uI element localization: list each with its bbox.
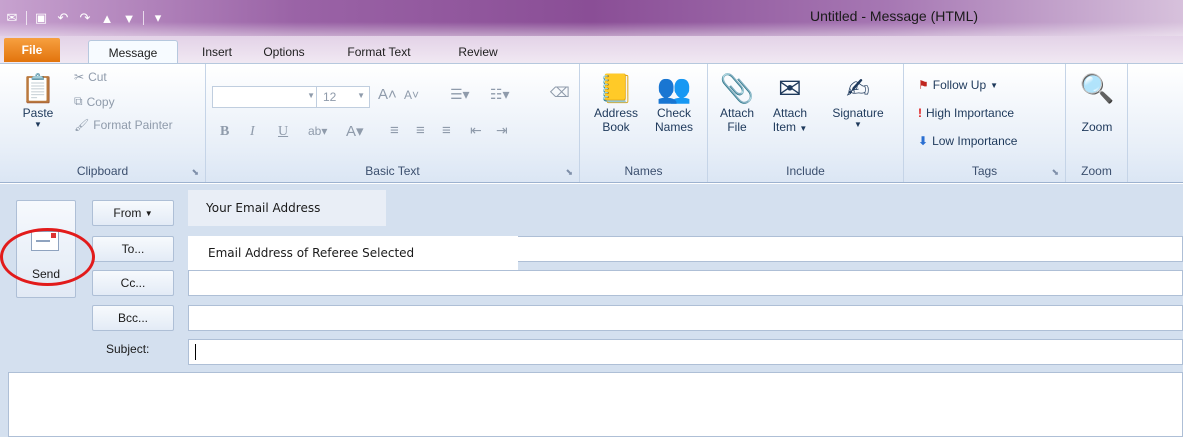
zoom-group: 🔍 Zoom Zoom bbox=[1066, 64, 1128, 182]
cut-button[interactable]: ✂ Cut bbox=[74, 70, 107, 84]
attach-file-button[interactable]: 📎 Attach File bbox=[714, 70, 760, 135]
tab-format-text[interactable]: Format Text bbox=[324, 40, 434, 64]
font-name-combo[interactable]: ▼ bbox=[212, 86, 320, 108]
chevron-down-icon: ▼ bbox=[144, 208, 153, 218]
paste-icon: 📋 bbox=[20, 72, 56, 104]
font-size-combo[interactable]: 12 ▼ bbox=[316, 86, 370, 108]
window-title: Untitled - Message (HTML) bbox=[810, 8, 979, 24]
toolbar-divider bbox=[26, 11, 27, 25]
copy-icon: ⧉ bbox=[74, 94, 83, 108]
tags-label: Tags bbox=[971, 164, 998, 178]
include-group: 📎 Attach File ✉ Attach Item ▼ ✍ Signatur… bbox=[708, 64, 904, 182]
clipboard-group: 📋 Paste ▼ ✂ Cut ⧉ Copy 🖌 Format Painter Cli… bbox=[0, 64, 206, 182]
follow-up-button[interactable]: ⚑ Follow Up ▼ bbox=[918, 78, 998, 92]
brush-icon: 🖌 bbox=[74, 118, 90, 132]
attach-item-button[interactable]: ✉ Attach Item ▼ bbox=[764, 70, 816, 135]
zoom-button[interactable]: 🔍 Zoom bbox=[1074, 70, 1120, 135]
format-painter-button[interactable]: 🖌 Format Painter bbox=[74, 118, 173, 132]
clipboard-label: Clipboard bbox=[76, 164, 129, 178]
chevron-down-icon: ▼ bbox=[34, 120, 42, 129]
toolbar-divider bbox=[143, 11, 144, 25]
chevron-down-icon: ▼ bbox=[307, 91, 315, 100]
high-importance-button[interactable]: ! High Importance bbox=[918, 106, 1014, 120]
undo-icon[interactable]: ↶ bbox=[55, 10, 71, 26]
dialog-launcher-icon[interactable]: ⬊ bbox=[565, 167, 573, 178]
pen-paper-icon: ✍ bbox=[846, 72, 870, 104]
message-body[interactable] bbox=[8, 372, 1183, 437]
ribbon-tabs: File Message Insert Options Format Text … bbox=[0, 36, 1183, 65]
paperclip-icon: 📎 bbox=[719, 72, 755, 104]
chevron-down-icon: ▼ bbox=[799, 124, 808, 133]
down-arrow-icon: ⬇ bbox=[918, 134, 929, 148]
ribbon: 📋 Paste ▼ ✂ Cut ⧉ Copy 🖌 Format Painter Cli… bbox=[0, 63, 1183, 183]
highlight-icon[interactable]: ab▾ bbox=[308, 124, 327, 138]
customize-toolbar-icon[interactable]: ▾ bbox=[150, 10, 166, 26]
tab-review[interactable]: Review bbox=[446, 40, 510, 64]
chevron-down-icon: ▼ bbox=[357, 91, 365, 100]
basic-text-group: ▼ 12 ▼ A˄ A˅ ☰▾ ☷▾ ⌫ B I U ab▾ A▾ ≡ ≡ ≡ … bbox=[206, 64, 580, 182]
title-bar: ✉ ▣ ↶ ↷ ▲ ▼ ▾ Untitled - Message (HTML) bbox=[0, 0, 1183, 36]
up-arrow-icon[interactable]: ▲ bbox=[99, 10, 115, 26]
tab-options[interactable]: Options bbox=[256, 40, 312, 64]
increase-indent-icon[interactable]: ⇥ bbox=[496, 122, 508, 139]
tab-message[interactable]: Message bbox=[88, 40, 178, 65]
tab-insert[interactable]: Insert bbox=[192, 40, 242, 64]
italic-icon[interactable]: I bbox=[250, 124, 255, 140]
bold-icon[interactable]: B bbox=[220, 124, 229, 140]
chevron-down-icon: ▼ bbox=[854, 120, 862, 129]
names-group: 📒 Address Book 👥 Check Names Names bbox=[580, 64, 708, 182]
down-arrow-icon[interactable]: ▼ bbox=[121, 10, 137, 26]
chevron-down-icon: ▼ bbox=[990, 80, 999, 90]
align-right-icon[interactable]: ≡ bbox=[442, 122, 451, 139]
bcc-button[interactable]: Bcc... bbox=[92, 305, 174, 331]
dialog-launcher-icon[interactable]: ⬊ bbox=[1051, 167, 1059, 178]
numbering-icon[interactable]: ☷▾ bbox=[490, 86, 510, 103]
attach-item-label-line2: Item ▼ bbox=[772, 120, 808, 134]
address-book-icon: 📒 bbox=[598, 72, 634, 104]
text-cursor bbox=[195, 344, 196, 360]
cc-button[interactable]: Cc... bbox=[92, 270, 174, 296]
outlook-app-icon[interactable]: ✉ bbox=[4, 10, 20, 26]
copy-button[interactable]: ⧉ Copy bbox=[74, 94, 115, 109]
scissors-icon: ✂ bbox=[74, 70, 85, 84]
send-highlight-circle bbox=[0, 228, 95, 286]
save-icon[interactable]: ▣ bbox=[33, 10, 49, 26]
low-importance-button[interactable]: ⬇ Low Importance bbox=[918, 134, 1017, 148]
from-field[interactable]: Your Email Address bbox=[188, 190, 386, 226]
zoom-label: Zoom bbox=[1081, 164, 1112, 178]
dialog-launcher-icon[interactable]: ⬊ bbox=[191, 167, 199, 178]
align-center-icon[interactable]: ≡ bbox=[416, 122, 425, 139]
envelope-icon: ✉ bbox=[778, 72, 802, 104]
font-color-icon[interactable]: A▾ bbox=[346, 122, 364, 140]
subject-field[interactable] bbox=[188, 339, 1183, 365]
clear-formatting-icon[interactable]: ⌫ bbox=[550, 84, 570, 101]
bullets-icon[interactable]: ☰▾ bbox=[450, 86, 470, 103]
bcc-field[interactable] bbox=[188, 305, 1183, 331]
address-book-button[interactable]: 📒 Address Book bbox=[588, 70, 644, 135]
quick-access-toolbar: ✉ ▣ ↶ ↷ ▲ ▼ ▾ bbox=[4, 8, 166, 28]
decrease-indent-icon[interactable]: ⇤ bbox=[470, 122, 482, 139]
to-button[interactable]: To... bbox=[92, 236, 174, 262]
check-names-button[interactable]: 👥 Check Names bbox=[646, 70, 702, 135]
grow-font-icon[interactable]: A˄ bbox=[378, 86, 397, 103]
exclamation-icon: ! bbox=[918, 106, 922, 120]
basic-text-label: Basic Text bbox=[365, 164, 420, 178]
underline-icon[interactable]: U bbox=[278, 124, 288, 140]
from-button[interactable]: From ▼ bbox=[92, 200, 174, 226]
to-value: Email Address of Referee Selected bbox=[188, 236, 518, 270]
paste-button[interactable]: 📋 Paste ▼ bbox=[18, 70, 58, 130]
include-label: Include bbox=[786, 164, 825, 178]
tab-file[interactable]: File bbox=[4, 38, 60, 62]
flag-icon: ⚑ bbox=[918, 78, 929, 92]
align-left-icon[interactable]: ≡ bbox=[390, 122, 399, 139]
signature-button[interactable]: ✍ Signature ▼ bbox=[822, 70, 894, 130]
shrink-font-icon[interactable]: A˅ bbox=[404, 88, 419, 102]
magnifier-icon: 🔍 bbox=[1079, 72, 1115, 104]
cc-field[interactable] bbox=[188, 270, 1183, 296]
check-names-icon: 👥 bbox=[656, 72, 692, 104]
names-label: Names bbox=[624, 164, 663, 178]
tags-group: ⚑ Follow Up ▼ ! High Importance ⬇ Low Import… bbox=[904, 64, 1066, 182]
redo-icon[interactable]: ↷ bbox=[77, 10, 93, 26]
subject-label: Subject: bbox=[106, 342, 150, 356]
